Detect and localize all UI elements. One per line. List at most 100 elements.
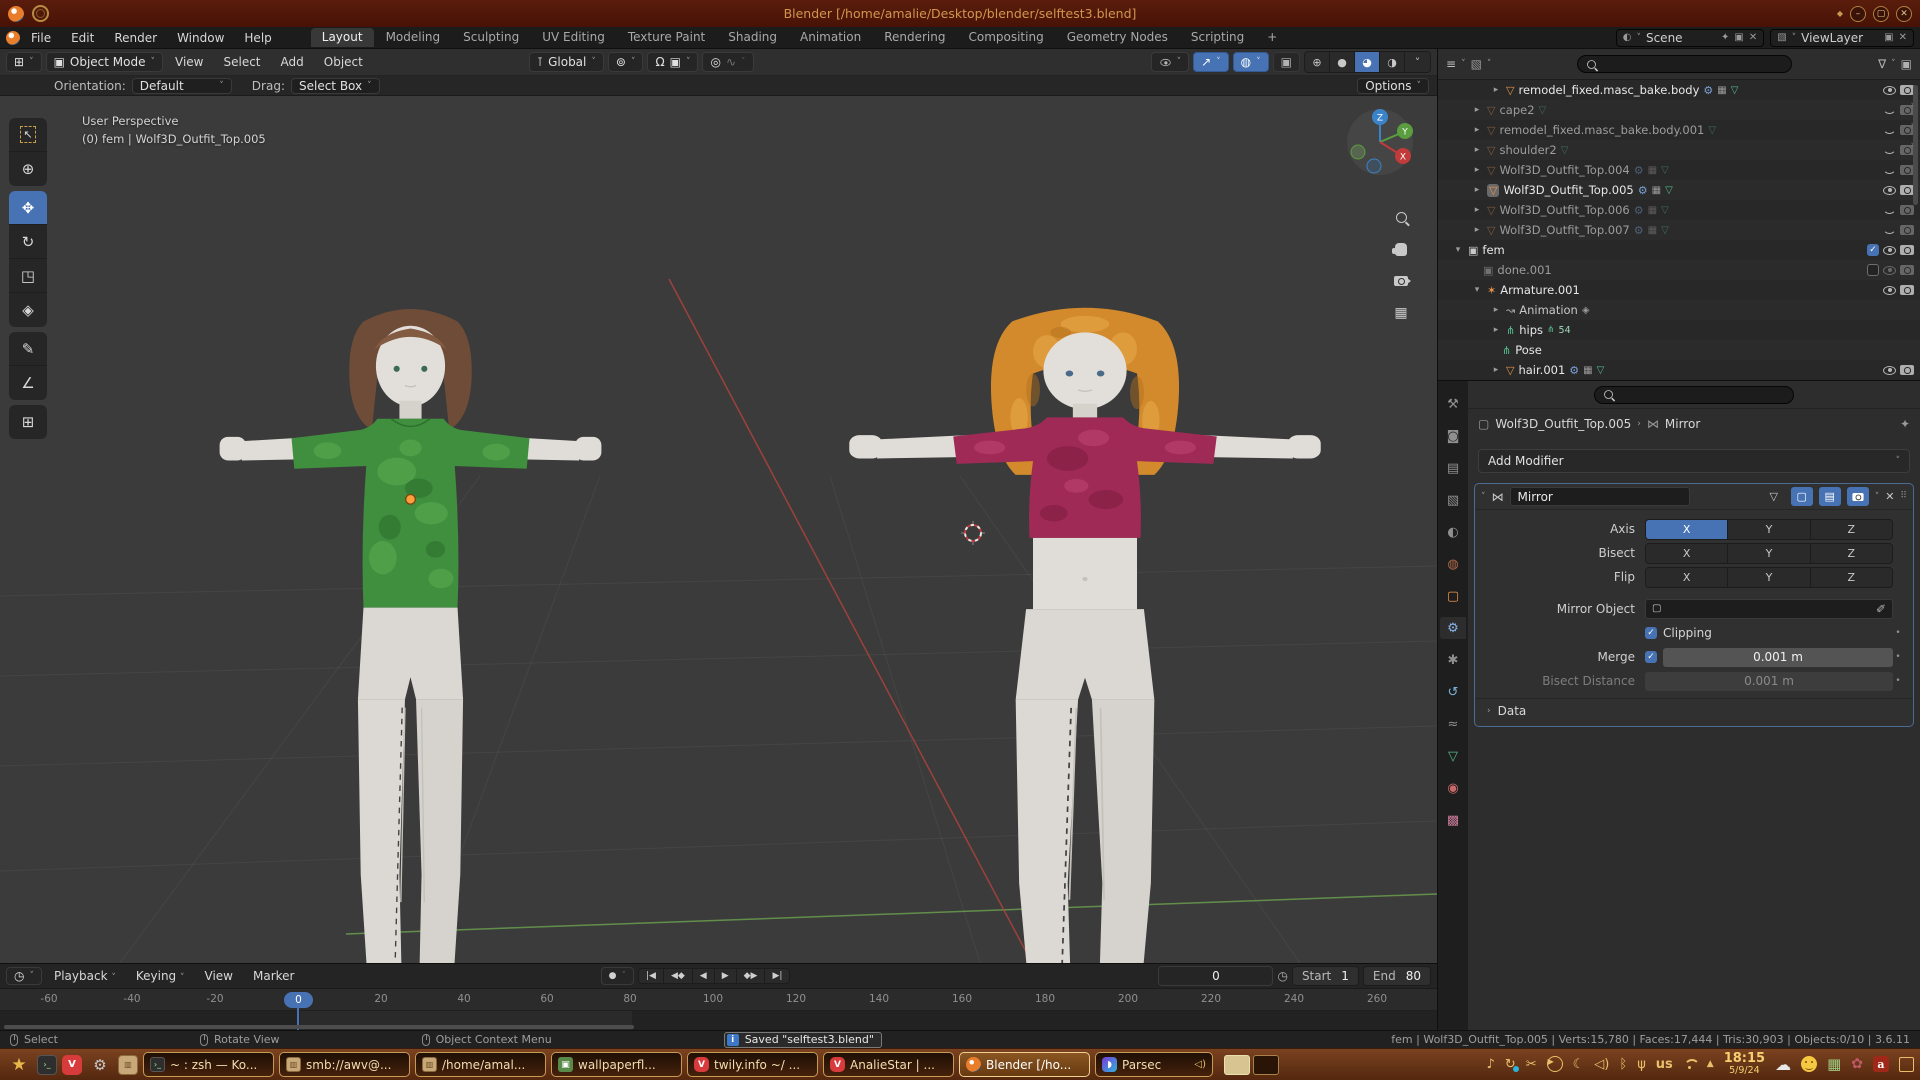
tab-tool[interactable]: ⚒ [1440, 393, 1466, 415]
new-collection-icon[interactable]: ▣ [1901, 58, 1912, 70]
delete-modifier-button[interactable]: ✕ [1885, 491, 1894, 502]
menu-view[interactable]: View [197, 969, 241, 983]
render-toggle[interactable]: ✕ [1900, 145, 1914, 155]
tab-modifiers[interactable]: ⚙ [1440, 617, 1466, 639]
hide-toggle[interactable] [1883, 207, 1896, 214]
gizmos-toggle[interactable]: ↗ ˅ [1193, 52, 1229, 72]
hide-toggle[interactable] [1883, 246, 1896, 255]
clipping-checkbox[interactable]: ✓ [1645, 627, 1657, 639]
tray-expand-icon[interactable]: ▲ [1707, 1059, 1714, 1069]
flip-y-button[interactable]: Y [1728, 568, 1810, 587]
menu-render[interactable]: Render [105, 31, 166, 45]
calculator-icon[interactable]: ▦ [1827, 1055, 1841, 1073]
tab-rendering[interactable]: Rendering [873, 28, 956, 47]
music-tray-icon[interactable]: ♪ [1487, 1057, 1495, 1072]
camera-view-button[interactable] [1388, 268, 1414, 294]
transform-orientation-selector[interactable]: ⊺ Global ˅ [529, 52, 604, 72]
tab-animation[interactable]: Animation [789, 28, 872, 47]
shading-rendered-button[interactable]: ◑ [1380, 52, 1405, 72]
tab-scene[interactable]: ◐ [1440, 521, 1466, 543]
drag-handle-icon[interactable]: ⠿ [1900, 492, 1907, 501]
tab-texture-paint[interactable]: Texture Paint [617, 28, 716, 47]
tool-add-cube[interactable]: ⊞ [9, 405, 47, 439]
auto-keying-toggle[interactable]: ● ˅ [601, 967, 634, 985]
menu-help[interactable]: Help [235, 31, 280, 45]
render-toggle[interactable] [1900, 245, 1914, 255]
collection-checkbox[interactable] [1867, 264, 1879, 276]
viewlayer-selector[interactable]: ▧ ˅ ViewLayer ▣ ✕ [1770, 29, 1914, 47]
axis-y-button[interactable]: Y [1728, 520, 1810, 539]
render-toggle[interactable] [1900, 365, 1914, 375]
keyboard-layout-indicator[interactable]: us [1656, 1057, 1673, 1072]
hide-toggle[interactable] [1883, 186, 1896, 195]
show-in-editmode-vertex-icon[interactable]: ▽ [1763, 487, 1785, 506]
task-vivaldi-twily[interactable]: V twily.info ~/ ... [687, 1052, 818, 1077]
task-blender[interactable]: Blender [/ho... [959, 1052, 1090, 1077]
tab-texture[interactable]: ▩ [1440, 809, 1466, 831]
desktop-1[interactable] [1224, 1055, 1250, 1075]
shading-dropdown[interactable]: ˅ [1405, 52, 1430, 72]
tab-compositing[interactable]: Compositing [957, 28, 1054, 47]
frame-end-field[interactable]: End80 [1363, 966, 1431, 986]
hide-toggle[interactable] [1883, 147, 1896, 154]
menu-playback[interactable]: Playback ˅ [46, 969, 124, 983]
current-frame-field[interactable]: 0 [1158, 966, 1273, 986]
bluetooth-tray-icon[interactable]: ᛒ [1619, 1057, 1627, 1072]
tab-output[interactable]: ▤ [1440, 457, 1466, 479]
merge-checkbox[interactable]: ✓ [1645, 651, 1657, 663]
breadcrumb-modifier[interactable]: Mirror [1665, 417, 1700, 431]
character-left[interactable] [203, 291, 618, 963]
maximize-button[interactable]: ▢ [1873, 6, 1889, 22]
3d-viewport[interactable]: User Perspective (0) fem | Wolf3D_Outfit… [0, 96, 1437, 963]
character-right[interactable] [825, 294, 1345, 963]
outliner-row[interactable]: ⋔ Pose [1438, 340, 1920, 360]
tab-modeling[interactable]: Modeling [375, 28, 452, 47]
menu-edit[interactable]: Edit [62, 31, 103, 45]
proportional-editing-toggle[interactable]: ◎ ∿ ˅ [702, 52, 753, 72]
outliner-row[interactable]: ▸▽ remodel_fixed.masc_bake.body ⚙▦▽ [1438, 80, 1920, 100]
pin-icon[interactable]: ✦ [1900, 417, 1910, 431]
outliner-row-collection[interactable]: ▾▣ fem ✓ [1438, 240, 1920, 260]
render-toggle[interactable]: ✕ [1900, 125, 1914, 135]
axis-z-button[interactable]: Z [1811, 520, 1892, 539]
tool-move[interactable]: ✥ [9, 191, 47, 225]
dictionary-icon[interactable]: a [1873, 1056, 1889, 1072]
eyedropper-icon[interactable]: ✐ [1876, 602, 1886, 616]
show-desktop-button[interactable] [1899, 1057, 1914, 1072]
outliner-row-collection[interactable]: ▣ done.001 [1438, 260, 1920, 280]
app-launcher-icon[interactable]: ★ [6, 1055, 32, 1075]
shading-solid-button[interactable]: ● [1330, 52, 1355, 72]
konsole-launcher-icon[interactable]: ›_ [37, 1055, 57, 1075]
tool-select-box[interactable]: ↖ [9, 118, 47, 152]
weather-icon[interactable]: ☁ [1775, 1055, 1791, 1074]
pivot-point-selector[interactable]: ⊚ ˅ [608, 52, 644, 72]
vivaldi-launcher-icon[interactable]: V [62, 1055, 82, 1075]
tab-geometry-nodes[interactable]: Geometry Nodes [1056, 28, 1179, 47]
tab-scripting[interactable]: Scripting [1180, 28, 1255, 47]
bisect-x-button[interactable]: X [1646, 544, 1728, 563]
minimize-button[interactable]: – [1850, 6, 1866, 22]
add-modifier-dropdown[interactable]: Add Modifier ˅ [1478, 449, 1910, 473]
navigation-gizmo[interactable]: Z Y X [1344, 106, 1416, 178]
tab-render[interactable]: ◙ [1440, 425, 1466, 447]
tool-measure[interactable]: ∠ [9, 366, 47, 400]
window-titlebar[interactable]: Blender [/home/amalie/Desktop/blender/se… [0, 0, 1920, 27]
outliner-row[interactable]: ▸▽ shoulder2▽ ✕ [1438, 140, 1920, 160]
hide-toggle[interactable] [1883, 286, 1896, 295]
tab-sculpting[interactable]: Sculpting [452, 28, 530, 47]
axis-x-button[interactable]: X [1646, 520, 1728, 539]
render-display-toggle[interactable] [1847, 487, 1869, 506]
render-toggle[interactable] [1900, 165, 1914, 175]
tab-material[interactable]: ◉ [1440, 777, 1466, 799]
timeline-scrollbar[interactable] [4, 1025, 634, 1029]
menu-marker[interactable]: Marker [245, 969, 302, 983]
hide-toggle[interactable] [1883, 107, 1896, 114]
menu-window[interactable]: Window [168, 31, 233, 45]
flip-x-button[interactable]: X [1646, 568, 1728, 587]
task-konsole[interactable]: ›_ ~ : zsh — Ko... [143, 1052, 274, 1077]
hide-toggle[interactable] [1883, 266, 1896, 275]
delete-viewlayer-icon[interactable]: ✕ [1899, 32, 1907, 43]
render-toggle[interactable] [1900, 185, 1914, 195]
filter-icon[interactable]: ∇ [1878, 58, 1886, 70]
tool-cursor[interactable]: ⊕ [9, 152, 47, 186]
